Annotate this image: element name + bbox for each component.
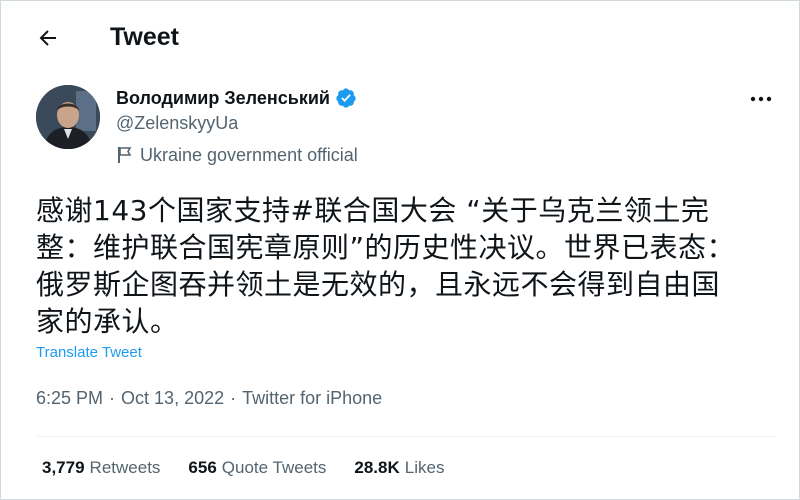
retweets-label: Retweets [89, 458, 161, 477]
divider [36, 436, 776, 437]
tweet-text: 感谢143个国家支持#联合国大会 “关于乌克兰领土完 整：维护联合国宪章原则”的… [36, 194, 736, 338]
meta-separator: · [109, 388, 116, 408]
avatar[interactable] [36, 85, 100, 149]
tweet-date[interactable]: Oct 13, 2022 [121, 388, 224, 409]
verified-badge-icon [335, 87, 357, 109]
author-name-row: Володимир Зеленський [116, 86, 357, 110]
author-name[interactable]: Володимир Зеленський [116, 88, 330, 109]
tweet-header: Tweet [0, 0, 800, 72]
page-title: Tweet [110, 23, 179, 51]
author-handle[interactable]: @ZelenskyyUa [116, 113, 238, 134]
engagement-stats: 3,779 Retweets 656 Quote Tweets 28.8K Likes [42, 458, 472, 478]
arrow-left-icon [39, 30, 56, 46]
likes-label: Likes [404, 458, 445, 477]
tweet-metadata: 6:25 PM · Oct 13, 2022 · Twitter for iPh… [36, 388, 382, 409]
tweet-source[interactable]: Twitter for iPhone [242, 388, 382, 409]
back-button[interactable] [30, 20, 66, 56]
avatar-image [36, 85, 100, 149]
quote-tweets-label: Quote Tweets [221, 458, 327, 477]
affiliation-text: Ukraine government official [140, 144, 358, 165]
quote-tweets-count: 656 [188, 458, 217, 477]
more-horizontal-icon [750, 96, 772, 102]
tweet-time[interactable]: 6:25 PM [36, 388, 103, 409]
likes-count: 28.8K [354, 458, 400, 477]
likes-stat[interactable]: 28.8K Likes [354, 458, 444, 478]
meta-separator: · [230, 388, 237, 408]
affiliation-label: Ukraine government official [116, 142, 358, 168]
quote-tweets-stat[interactable]: 656 Quote Tweets [188, 458, 326, 478]
flag-icon [116, 145, 134, 165]
retweets-stat[interactable]: 3,779 Retweets [42, 458, 160, 478]
more-options-button[interactable] [744, 86, 778, 112]
retweets-count: 3,779 [42, 458, 85, 477]
translate-tweet-link[interactable]: Translate Tweet [36, 344, 142, 361]
